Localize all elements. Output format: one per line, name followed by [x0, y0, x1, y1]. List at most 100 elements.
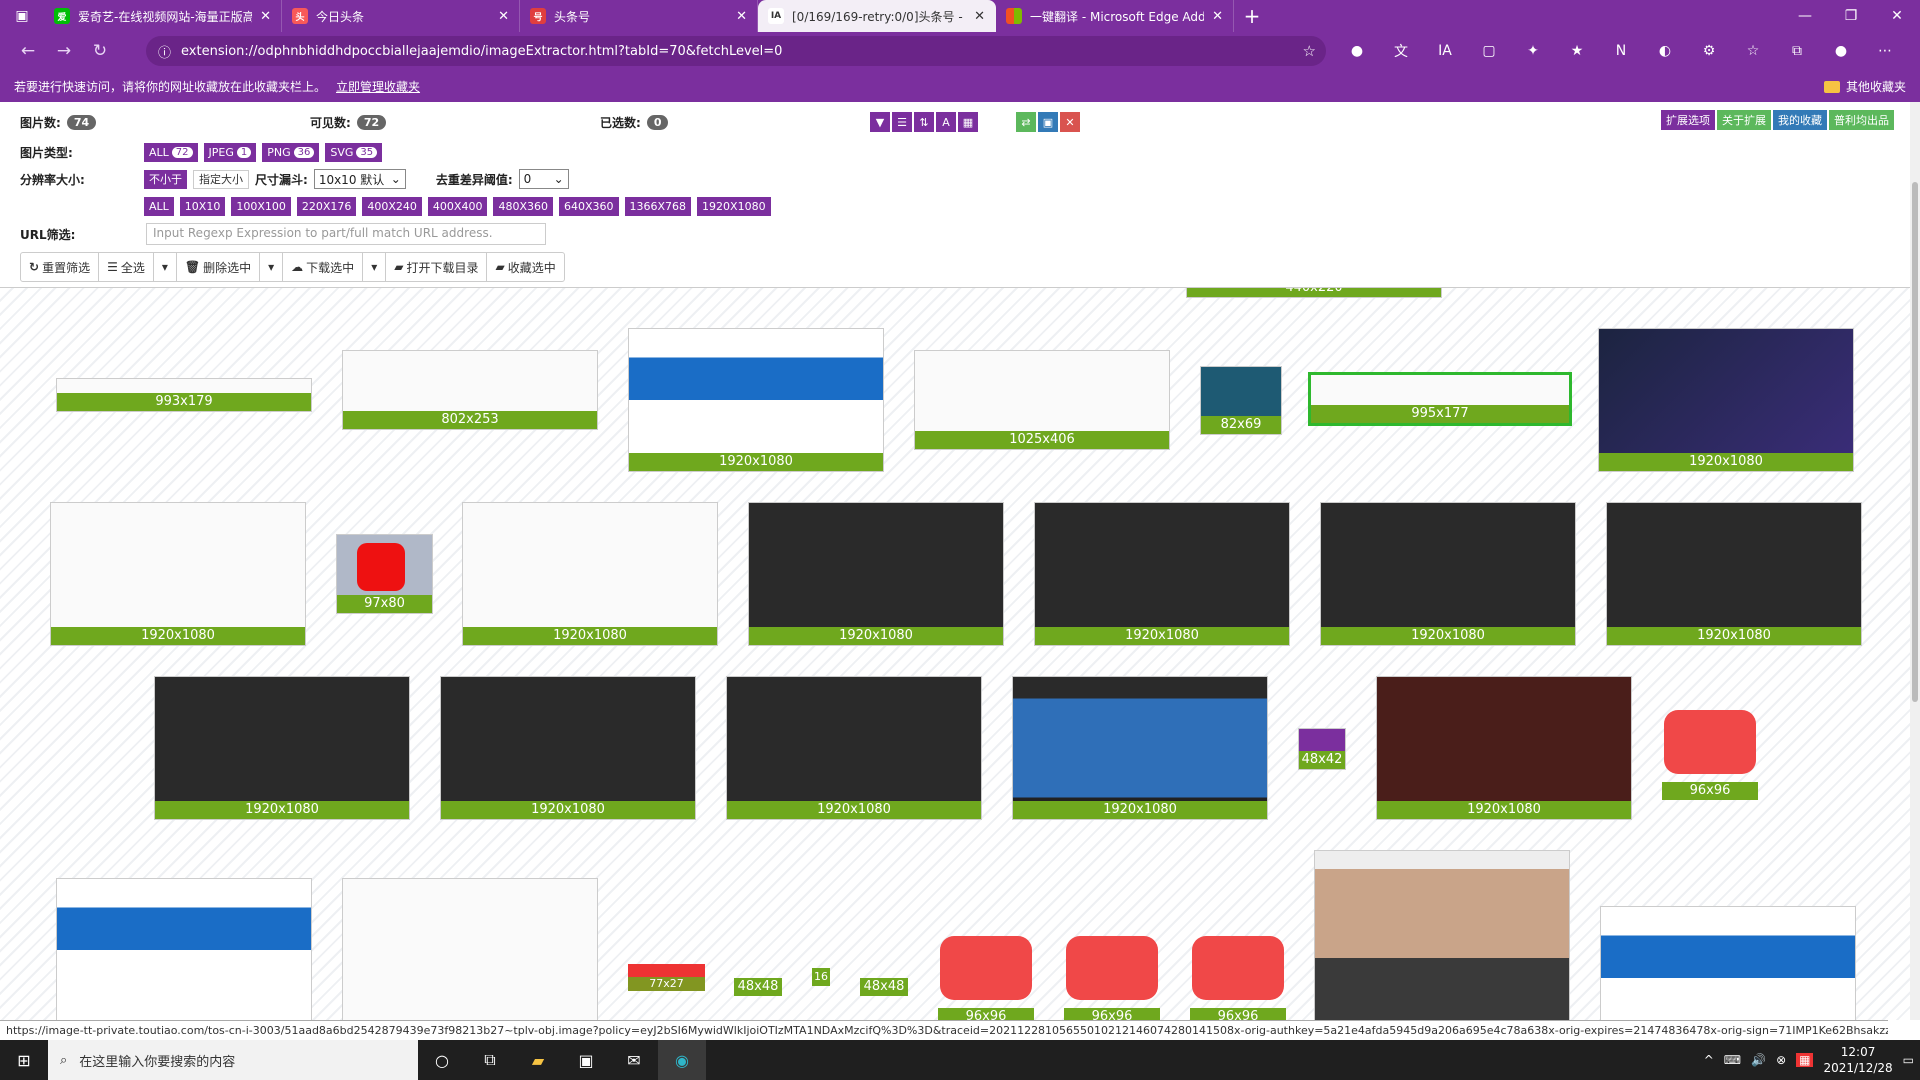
image-card[interactable]: 97x80: [336, 534, 433, 614]
image-card[interactable]: 16: [812, 968, 830, 986]
image-card[interactable]: 48x42: [1298, 728, 1346, 770]
image-card[interactable]: [56, 878, 312, 1020]
image-card[interactable]: 48x48: [860, 978, 908, 996]
app-tray-icon[interactable]: ⊗: [1776, 1053, 1786, 1067]
image-card[interactable]: 1920x1080: [440, 676, 696, 820]
close-tab-icon[interactable]: ✕: [736, 9, 747, 24]
image-card[interactable]: 1920x1080: [1598, 328, 1854, 472]
vertical-scrollbar[interactable]: [1910, 102, 1920, 1020]
extensions-puzzle-icon[interactable]: ⚙: [1692, 36, 1726, 66]
download-selected-button[interactable]: ☁ 下载选中: [283, 253, 364, 281]
taskbar-search[interactable]: ⌕ 在这里输入你要搜索的内容: [48, 1040, 418, 1080]
image-card[interactable]: 1920x1080: [1320, 502, 1576, 646]
close-window-icon[interactable]: ✕: [1874, 0, 1920, 32]
save-icon[interactable]: ▣: [1038, 112, 1058, 132]
image-card[interactable]: 1920x1080: [1376, 676, 1632, 820]
delete-dropdown-button[interactable]: ▾: [260, 253, 284, 281]
size-chip[interactable]: ALL: [144, 197, 174, 216]
list-view-icon[interactable]: ☰: [892, 112, 912, 132]
type-chip-jpeg[interactable]: JPEG 1: [203, 143, 257, 162]
image-card[interactable]: 1920x1080: [1034, 502, 1290, 646]
close-tab-icon[interactable]: ✕: [974, 9, 985, 24]
notion-icon[interactable]: N: [1604, 36, 1638, 66]
image-card[interactable]: 96x96: [1662, 704, 1758, 800]
image-card[interactable]: 82x69: [1200, 366, 1282, 435]
info-icon[interactable]: ⓘ: [158, 42, 171, 61]
text-icon[interactable]: A: [936, 112, 956, 132]
calendar-tray-icon[interactable]: ▦: [1796, 1053, 1814, 1067]
file-explorer-icon[interactable]: ▰: [514, 1040, 562, 1080]
image-card-portrait[interactable]: [1314, 850, 1570, 1020]
other-favorites[interactable]: 其他收藏夹: [1823, 78, 1906, 95]
close-tab-icon[interactable]: ✕: [498, 9, 509, 24]
task-view-icon[interactable]: ⧉: [466, 1040, 514, 1080]
new-tab-icon[interactable]: +: [1234, 0, 1270, 32]
favorites-icon[interactable]: ☆: [1736, 36, 1770, 66]
image-card[interactable]: 1920x1080: [628, 328, 884, 472]
image-card[interactable]: 1025x406: [914, 350, 1170, 450]
scrollbar-thumb[interactable]: [1912, 182, 1918, 702]
tab-actions-icon[interactable]: ▣: [0, 0, 44, 32]
manage-favorites-link[interactable]: 立即管理收藏夹: [336, 78, 420, 95]
options-button[interactable]: 扩展选项: [1661, 110, 1715, 130]
image-card[interactable]: 96x96: [1064, 930, 1160, 1020]
tab-image-extractor[interactable]: IA [0/169/169-retry:0/0]头条号 - 头 ✕: [758, 0, 996, 32]
tab-edge-addons[interactable]: 一键翻译 - Microsoft Edge Addons ✕: [996, 0, 1234, 32]
chevron-up-icon[interactable]: ^: [1704, 1053, 1714, 1067]
image-card[interactable]: 440x220: [1186, 288, 1442, 298]
image-card[interactable]: 77x27: [628, 964, 705, 991]
filter-icon[interactable]: ▼: [870, 112, 890, 132]
close-tab-icon[interactable]: ✕: [1212, 9, 1223, 24]
size-chip[interactable]: 1366X768: [624, 197, 692, 216]
size-chip[interactable]: 640X360: [558, 197, 619, 216]
dedupe-select[interactable]: 0 ⌄: [518, 169, 569, 189]
restore-icon[interactable]: ❐: [1828, 0, 1874, 32]
size-chip[interactable]: 400X240: [362, 197, 422, 216]
download-dropdown-button[interactable]: ▾: [363, 253, 387, 281]
swap-icon[interactable]: ⇄: [1016, 112, 1036, 132]
minimize-icon[interactable]: —: [1782, 0, 1828, 32]
store-icon[interactable]: ▣: [562, 1040, 610, 1080]
exact-size-chip[interactable]: 指定大小: [193, 169, 249, 189]
grid-icon[interactable]: ▦: [958, 112, 978, 132]
start-windows-icon[interactable]: ⊞: [0, 1040, 48, 1080]
open-download-folder-button[interactable]: ▰ 打开下载目录: [386, 253, 488, 281]
size-chip[interactable]: 400X400: [427, 197, 488, 216]
reader-icon[interactable]: ▢: [1472, 36, 1506, 66]
image-card[interactable]: 48x48: [734, 978, 782, 996]
clear-icon[interactable]: ✕: [1060, 112, 1080, 132]
image-card[interactable]: 96x96: [1190, 930, 1286, 1020]
my-favorites-button[interactable]: 我的收藏: [1773, 110, 1827, 130]
edge-icon[interactable]: ◉: [658, 1040, 706, 1080]
cortana-icon[interactable]: ○: [418, 1040, 466, 1080]
ia-extension-icon[interactable]: IA: [1428, 36, 1462, 66]
size-chip[interactable]: 10X10: [179, 197, 226, 216]
sort-icon[interactable]: ⇅: [914, 112, 934, 132]
image-card[interactable]: 1920x1080: [726, 676, 982, 820]
image-card[interactable]: 1920x1080: [462, 502, 718, 646]
reset-filter-button[interactable]: ↻ 重置筛选: [21, 253, 100, 281]
favorite-selected-button[interactable]: ▰ 收藏选中: [487, 253, 563, 281]
image-card[interactable]: 1920x1080: [154, 676, 410, 820]
image-card[interactable]: 1920x1080: [748, 502, 1004, 646]
refresh-icon[interactable]: ↻: [82, 36, 118, 66]
image-card[interactable]: 1920x1080: [1606, 502, 1862, 646]
volume-icon[interactable]: 🔊: [1751, 1053, 1766, 1067]
more-menu-icon[interactable]: ⋯: [1868, 36, 1902, 66]
image-card[interactable]: 96x96: [938, 930, 1034, 1020]
record-icon[interactable]: ★: [1560, 36, 1594, 66]
tab-iqiyi[interactable]: 爱爱奇艺-在线视频网站-海量正版高清视 ✕: [44, 0, 282, 32]
image-card[interactable]: 802x253: [342, 350, 598, 430]
type-chip-svg[interactable]: SVG 35: [325, 143, 383, 162]
profile-avatar[interactable]: ●: [1824, 36, 1858, 66]
size-chip[interactable]: 1920X1080: [697, 197, 771, 216]
size-chip[interactable]: 100X100: [231, 197, 291, 216]
url-field[interactable]: ⓘ extension://odphnbhiddhdpoccbiallejaaj…: [146, 36, 1326, 66]
image-card[interactable]: 1920x1080: [50, 502, 306, 646]
select-all-button[interactable]: ☰ 全选: [99, 253, 154, 281]
bluesky-icon[interactable]: ✦: [1516, 36, 1550, 66]
select-dropdown-button[interactable]: ▾: [154, 253, 177, 281]
type-chip-all[interactable]: ALL 72: [144, 143, 198, 162]
type-chip-png[interactable]: PNG 36: [262, 143, 320, 162]
collections-icon[interactable]: ⧉: [1780, 36, 1814, 66]
